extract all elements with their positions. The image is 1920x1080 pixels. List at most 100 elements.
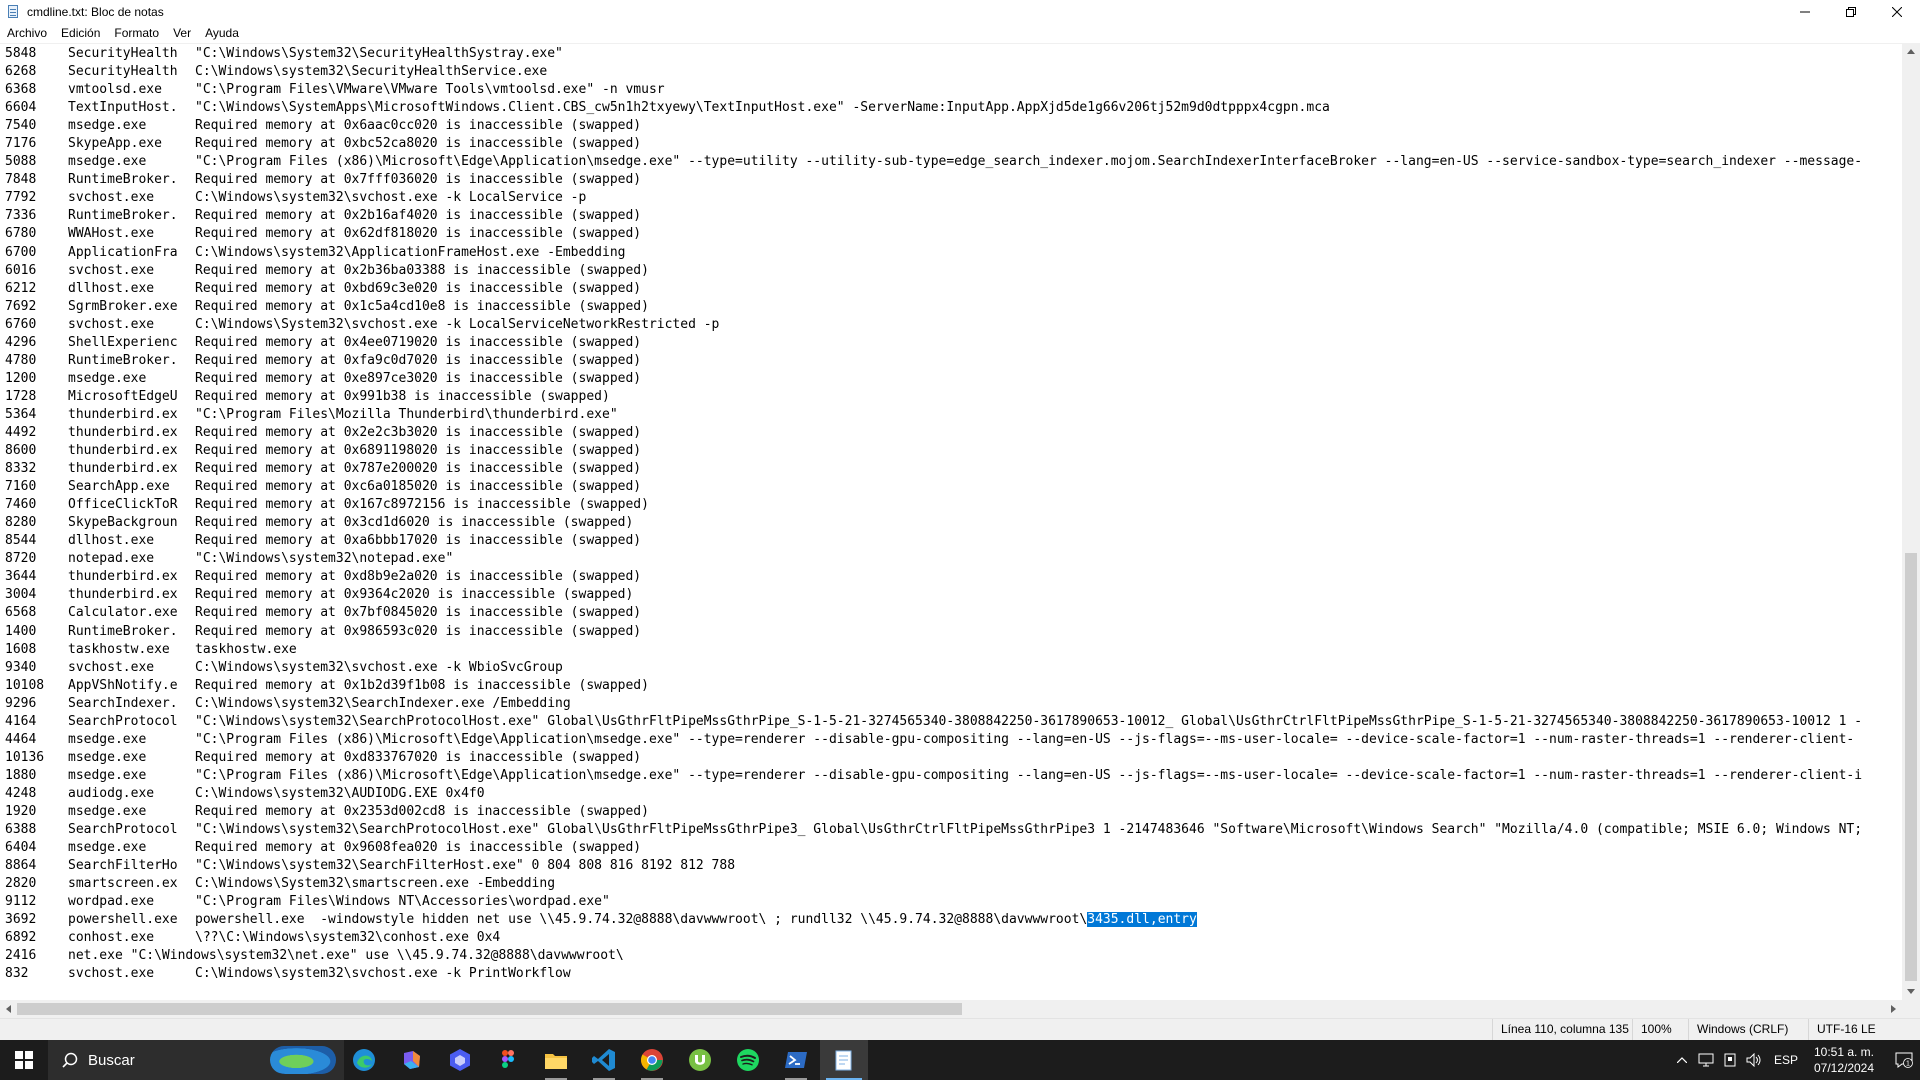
taskbar-powershell[interactable] — [772, 1040, 820, 1080]
text-line: 832 svchost.exe C:\Windows\system32\svchos… — [5, 965, 1862, 983]
text-editor[interactable]: 5848 SecurityHealth "C:\Windows\System32\S… — [0, 43, 1902, 1000]
line-command: "C:\Windows\system32\SearchFilterHost.ex… — [195, 858, 736, 874]
line-pid: 6388 — [5, 822, 37, 838]
vertical-scroll-thumb[interactable] — [1905, 553, 1917, 981]
line-pid: 1608 — [5, 641, 37, 657]
text-line: 6388 SearchProtocol "C:\Windows\system32\S… — [5, 821, 1862, 839]
text-line: 10108 AppVShNotify.e Required memory at 0x… — [5, 677, 1862, 695]
weather-widget-icon[interactable] — [270, 1046, 336, 1074]
line-process-name: ShellExperienc — [68, 334, 178, 350]
vertical-scrollbar[interactable] — [1902, 43, 1920, 1000]
line-command: "C:\Program Files\Mozilla Thunderbird\th… — [195, 406, 618, 422]
line-command: Required memory at 0x6891198020 is inacc… — [195, 443, 642, 459]
show-hidden-icons-button[interactable] — [1670, 1040, 1694, 1080]
taskbar-search[interactable]: Buscar — [48, 1040, 344, 1080]
line-process-name: svchost.exe — [68, 659, 155, 675]
line-pid: 9296 — [5, 695, 37, 711]
line-process-name: msedge.exe — [68, 767, 147, 783]
line-process-name: RuntimeBroker. — [68, 352, 178, 368]
notification-center-button[interactable]: 1 — [1888, 1040, 1920, 1080]
clock[interactable]: 10:51 a. m. 07/12/2024 — [1804, 1040, 1884, 1080]
line-pid: 7540 — [5, 118, 37, 134]
scroll-down-arrow-icon[interactable] — [1902, 983, 1920, 1000]
clock-time: 10:51 a. m. — [1813, 1045, 1875, 1059]
line-process-name: SearchApp.exe — [68, 479, 170, 495]
text-line: 7160 SearchApp.exe Required memory at 0xc6… — [5, 478, 1862, 496]
line-command: Required memory at 0x1c5a4cd10e8 is inac… — [195, 298, 649, 314]
horizontal-scrollbar[interactable] — [0, 1000, 1902, 1018]
line-command: C:\Windows\system32\SecurityHealthServic… — [195, 64, 548, 80]
scroll-right-arrow-icon[interactable] — [1885, 1000, 1902, 1018]
scroll-up-arrow-icon[interactable] — [1902, 43, 1920, 60]
line-command: "C:\Program Files\Windows NT\Accessories… — [195, 894, 610, 910]
taskbar-file-explorer[interactable] — [532, 1040, 580, 1080]
device-button[interactable] — [1718, 1040, 1742, 1080]
line-process-name: msedge.exe — [68, 803, 147, 819]
line-process-name: thunderbird.ex — [68, 461, 178, 477]
line-pid: 7176 — [5, 136, 37, 152]
line-command: C:\Windows\system32\svchost.exe -k WbioS… — [195, 659, 563, 675]
text-line: 3644 thunderbird.ex Required memory at 0xd… — [5, 568, 1862, 586]
scroll-left-arrow-icon[interactable] — [0, 1000, 17, 1018]
line-pid: 8544 — [5, 533, 37, 549]
taskbar-edge[interactable] — [340, 1040, 388, 1080]
taskbar-copilot[interactable] — [388, 1040, 436, 1080]
search-icon — [62, 1052, 78, 1068]
line-command: "C:\Windows\System32\SecurityHealthSystr… — [195, 46, 563, 61]
line-pid: 6268 — [5, 64, 37, 80]
line-command: Required memory at 0x62df818020 is inacc… — [195, 226, 642, 242]
minimize-button[interactable] — [1782, 0, 1828, 23]
text-line: 4492 thunderbird.ex Required memory at 0x2… — [5, 424, 1862, 442]
volume-button[interactable] — [1742, 1040, 1766, 1080]
line-command: C:\Windows\System32\smartscreen.exe -Emb… — [195, 876, 556, 892]
line-pid: 8864 — [5, 858, 37, 874]
horizontal-scroll-thumb[interactable] — [17, 1003, 962, 1015]
line-process-name: SearchFilterHo — [68, 858, 178, 874]
text-line: 10136 msedge.exe Required memory at 0xd833… — [5, 749, 1862, 767]
text-line: 8280 SkypeBackgroun Required memory at 0x3… — [5, 514, 1862, 532]
line-command: C:\Windows\system32\AUDIODG.EXE 0x4f0 — [195, 785, 485, 801]
line-process-name: ApplicationFra — [68, 244, 178, 260]
taskbar-spotify[interactable] — [724, 1040, 772, 1080]
menu-ver[interactable]: Ver — [168, 23, 196, 43]
line-command: Required memory at 0x991b38 is inaccessi… — [195, 388, 610, 404]
taskbar-figma[interactable] — [484, 1040, 532, 1080]
line-command: "C:\Program Files (x86)\Microsoft\Edge\A… — [195, 154, 1863, 170]
line-command: \??\C:\Windows\system32\conhost.exe 0x4 — [195, 930, 501, 946]
line-pid: 6404 — [5, 840, 37, 856]
taskbar-vscode[interactable] — [580, 1040, 628, 1080]
taskbar-notepad[interactable] — [820, 1040, 868, 1080]
line-process-name: thunderbird.ex — [68, 406, 178, 422]
close-button[interactable] — [1874, 0, 1920, 23]
text-line: 7792 svchost.exe C:\Windows\system32\svcho… — [5, 189, 1862, 207]
taskbar-app-hex[interactable] — [436, 1040, 484, 1080]
text-line: 4296 ShellExperienc Required memory at 0x4… — [5, 334, 1862, 352]
line-pid: 8600 — [5, 443, 37, 459]
line-command: Required memory at 0xc6a0185020 is inacc… — [195, 479, 642, 495]
menu-archivo[interactable]: Archivo — [2, 23, 52, 43]
chrome-icon — [641, 1049, 663, 1071]
text-line: 5088 msedge.exe "C:\Program Files (x86)\Mi… — [5, 153, 1862, 171]
line-pid: 3644 — [5, 569, 37, 585]
line-pid: 8280 — [5, 515, 37, 531]
line-process-name: SecurityHealth — [68, 46, 178, 61]
start-button[interactable] — [0, 1040, 48, 1080]
line-pid: 4464 — [5, 731, 37, 747]
taskbar-utorrent[interactable] — [676, 1040, 724, 1080]
menu-ayuda[interactable]: Ayuda — [200, 23, 244, 43]
line-command: Required memory at 0x167c8972156 is inac… — [195, 497, 649, 513]
taskbar-chrome[interactable] — [628, 1040, 676, 1080]
taskbar: Buscar ESP 10:51 a. m. 07/12/2024 1 — [0, 1040, 1920, 1080]
text-line: 2820 smartscreen.ex C:\Windows\System32\sm… — [5, 875, 1862, 893]
restore-button[interactable] — [1828, 0, 1874, 23]
line-process-name: TextInputHost. — [68, 100, 178, 116]
text-line: 1880 msedge.exe "C:\Program Files (x86)\Mi… — [5, 767, 1862, 785]
menu-formato[interactable]: Formato — [109, 23, 164, 43]
network-button[interactable] — [1694, 1040, 1718, 1080]
line-command: "C:\Windows\system32\notepad.exe" — [195, 551, 454, 567]
line-pid: 6604 — [5, 100, 37, 116]
menu-edicion[interactable]: Edición — [56, 23, 105, 43]
text-line: 5848 SecurityHealth "C:\Windows\System32\S… — [5, 45, 1862, 63]
language-indicator[interactable]: ESP — [1770, 1040, 1802, 1080]
line-command: "C:\Windows\system32\SearchProtocolHost.… — [195, 822, 1863, 838]
